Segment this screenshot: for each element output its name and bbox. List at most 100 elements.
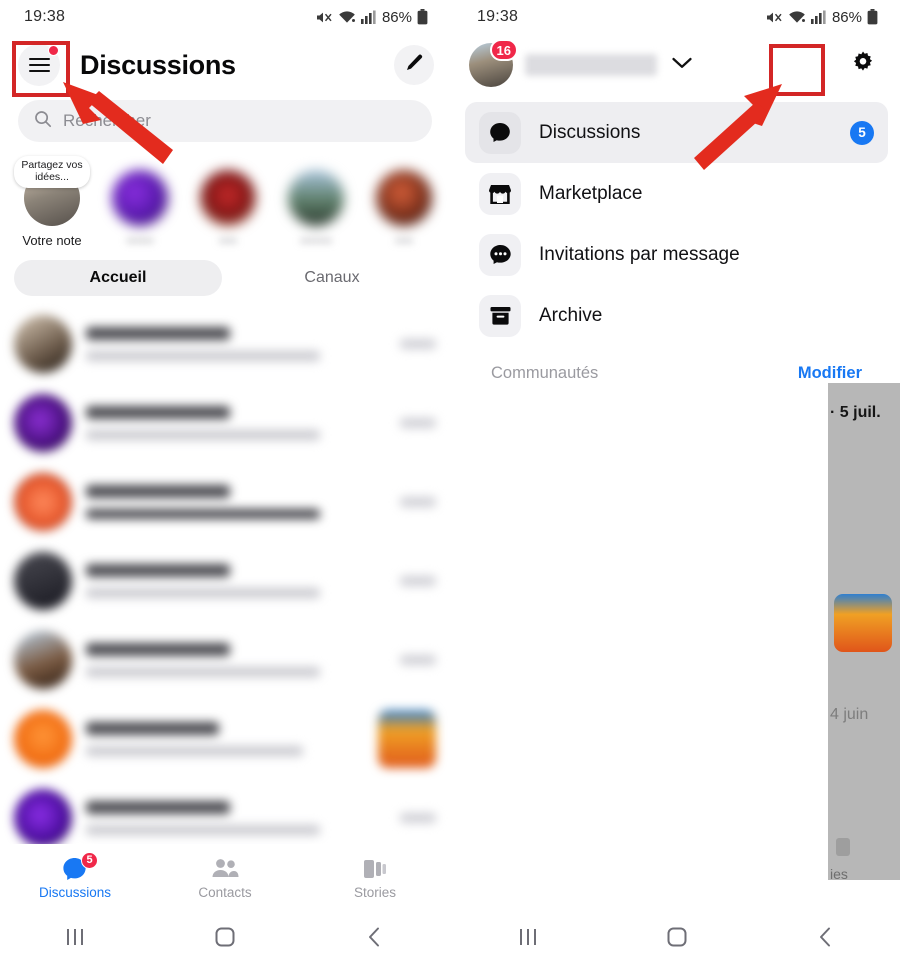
menu-item-message-requests[interactable]: Invitations par message <box>465 224 888 285</box>
story-label: •••• <box>394 233 414 248</box>
stories-row[interactable]: Partagez vos idées... Votre note •••••• … <box>0 152 450 256</box>
conversation-row[interactable] <box>0 383 450 462</box>
conversation-row[interactable] <box>0 620 450 699</box>
avatar <box>14 709 72 768</box>
app-bar: Discussions <box>0 34 450 96</box>
conversation-row[interactable] <box>0 462 450 541</box>
conversation-row[interactable] <box>0 304 450 383</box>
story-item[interactable]: ••••••• <box>272 158 360 248</box>
conversation-timestamp <box>400 654 436 665</box>
screenshot-root: 19:38 86% Discussions Rechercher Partage… <box>0 0 900 964</box>
search-placeholder: Rechercher <box>63 111 151 130</box>
tab-accueil[interactable]: Accueil <box>14 260 222 296</box>
conversation-preview <box>86 350 320 361</box>
menu-item-archive[interactable]: Archive <box>465 285 888 346</box>
left-phone-screen: 19:38 86% Discussions Rechercher Partage… <box>0 0 450 964</box>
conversation-text <box>86 326 386 361</box>
status-bar-time: 19:38 <box>24 8 66 25</box>
avatar <box>14 788 72 847</box>
conversation-row[interactable] <box>0 699 450 778</box>
story-item[interactable]: •••• <box>184 158 272 248</box>
profile-avatar[interactable]: 16 <box>469 39 518 87</box>
recents-icon[interactable] <box>453 927 602 947</box>
conversation-name <box>86 721 220 735</box>
status-bar-left: 19:38 86% <box>0 0 450 34</box>
profile-username[interactable] <box>525 54 657 76</box>
edit-communities-link[interactable]: Modifier <box>798 364 862 383</box>
battery-icon <box>417 9 428 25</box>
bottom-nav-contacts[interactable]: Contacts <box>150 856 300 900</box>
menu-item-badge: 5 <box>850 120 874 145</box>
right-phone-screen: Cheb 15 juil. · 5 juil. 4 juin ies 19:38 <box>453 0 900 964</box>
avatar <box>14 314 72 373</box>
tab-bar: Accueil Canaux <box>0 256 450 304</box>
conversation-text <box>86 484 386 519</box>
bottom-nav-stories[interactable]: Stories <box>300 856 450 900</box>
conversation-timestamp <box>400 496 436 507</box>
avatar <box>200 170 256 226</box>
chat-bubble-icon <box>479 111 521 154</box>
story-label: Votre note <box>22 233 82 248</box>
menu-item-label: Marketplace <box>539 182 643 204</box>
settings-button[interactable] <box>846 48 880 82</box>
background-date-2: · 5 juil. <box>830 404 881 421</box>
avatar <box>14 393 72 452</box>
pencil-icon <box>404 53 424 78</box>
status-bar-time: 19:38 <box>477 8 519 25</box>
story-item[interactable]: •••• <box>360 158 448 248</box>
conversation-preview <box>86 824 320 835</box>
recents-icon[interactable] <box>0 927 150 947</box>
hamburger-icon <box>28 54 50 76</box>
panel-divider <box>450 0 453 964</box>
conversation-preview <box>86 587 320 598</box>
menu-item-label: Archive <box>539 304 603 326</box>
compose-button[interactable] <box>394 45 434 85</box>
hamburger-menu-button[interactable] <box>18 44 60 86</box>
chevron-down-icon[interactable] <box>671 56 693 75</box>
conversation-list[interactable] <box>0 304 450 857</box>
menu-item-marketplace[interactable]: Marketplace <box>465 163 888 224</box>
stories-icon <box>363 856 387 882</box>
story-item[interactable]: •••••• <box>96 158 184 248</box>
back-icon[interactable] <box>300 926 450 948</box>
conversation-preview <box>86 745 303 756</box>
home-icon[interactable] <box>602 925 751 949</box>
wifi-icon <box>338 10 356 24</box>
message-requests-icon <box>479 233 521 276</box>
tab-canaux[interactable]: Canaux <box>228 260 436 296</box>
signal-icon <box>810 10 826 24</box>
back-icon[interactable] <box>751 926 900 948</box>
conversation-preview <box>86 429 320 440</box>
conversation-name <box>86 800 230 814</box>
home-icon[interactable] <box>150 925 300 949</box>
bottom-navigation-bar: 5 Discussions Contacts Stories <box>0 844 450 910</box>
avatar <box>288 170 344 226</box>
background-nav-label: ies <box>830 866 848 880</box>
people-icon <box>211 856 239 882</box>
drawer-menu: Discussions 5 Marketplace Invitations pa… <box>453 96 900 383</box>
search-input[interactable]: Rechercher <box>18 100 432 142</box>
signal-icon <box>360 10 376 24</box>
system-navigation-bar-left <box>0 910 450 964</box>
conversation-timestamp <box>400 812 436 823</box>
search-icon <box>34 110 52 133</box>
menu-item-discussions[interactable]: Discussions 5 <box>465 102 888 163</box>
conversation-name <box>86 326 230 340</box>
conversation-attachment-thumbnail <box>378 709 436 768</box>
conversation-row[interactable] <box>0 541 450 620</box>
avatar <box>112 170 168 226</box>
conversation-text <box>86 563 386 598</box>
note-bubble[interactable]: Partagez vos idées... <box>14 156 90 188</box>
bottom-nav-label: Stories <box>353 884 397 900</box>
story-your-note[interactable]: Partagez vos idées... Votre note <box>8 156 96 248</box>
system-navigation-bar-right <box>453 910 900 964</box>
battery-icon <box>867 9 878 25</box>
background-attachment-thumbnail <box>834 594 892 652</box>
communities-section-header: Communautés Modifier <box>465 346 888 383</box>
chat-bubble-icon: 5 <box>62 851 98 882</box>
conversation-text <box>86 642 386 677</box>
avatar-badge-count: 16 <box>489 39 518 61</box>
bottom-nav-discussions[interactable]: 5 Discussions <box>0 851 150 900</box>
conversation-timestamp <box>400 417 436 428</box>
battery-percentage: 86% <box>381 8 412 26</box>
